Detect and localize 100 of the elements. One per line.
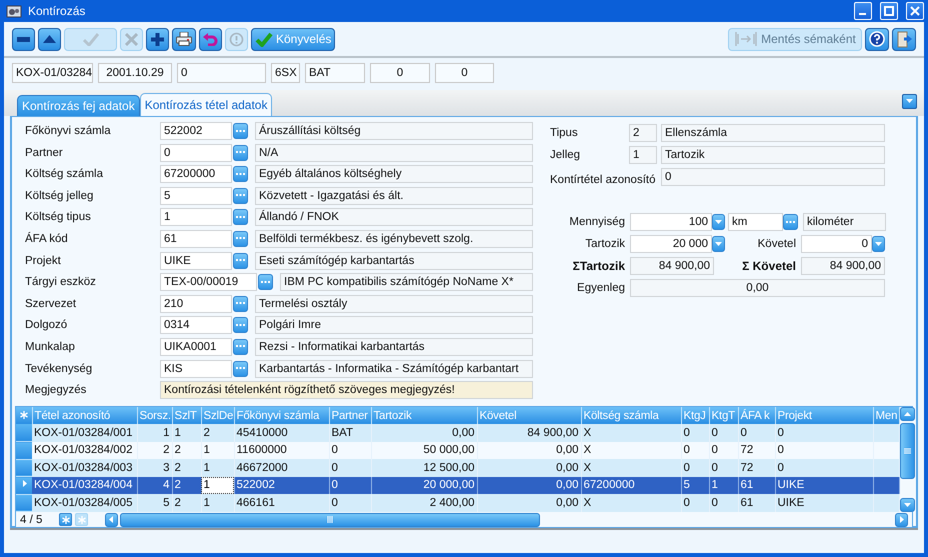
table-cell: 50 000,00 [371, 442, 477, 459]
debit-field[interactable]: 20 000 [630, 235, 712, 253]
ellipsis-icon [236, 237, 245, 240]
table-cell [873, 442, 899, 459]
table-cell: X [581, 494, 681, 512]
code-field[interactable]: 1 [160, 208, 232, 226]
row-indicator[interactable] [16, 424, 32, 442]
scroll-up-button[interactable] [900, 407, 914, 421]
note-field[interactable]: Kontírozási tételenként rögzíthető szöveges megjegyzés! [160, 381, 533, 400]
code-field[interactable]: 67200000 [160, 165, 232, 184]
lookup-button[interactable] [258, 274, 273, 290]
table-cell [873, 459, 899, 476]
header-field[interactable]: 0 [177, 63, 266, 83]
table-cell: 522002 [234, 476, 329, 494]
field-label: Egyenleg [576, 282, 626, 294]
plus-button[interactable] [146, 28, 169, 50]
code-field[interactable]: 0314 [160, 316, 232, 334]
row-indicator[interactable] [16, 459, 32, 476]
row-indicator[interactable] [16, 476, 32, 494]
close-button[interactable] [906, 2, 924, 20]
table-cell: 72 [738, 442, 775, 459]
new-record-button[interactable] [59, 513, 72, 526]
lookup-button[interactable] [233, 123, 248, 139]
lookup-button[interactable] [233, 166, 248, 182]
code-field[interactable]: UIKE [160, 252, 232, 270]
code-field[interactable]: 61 [160, 230, 232, 248]
exit-button[interactable] [892, 28, 916, 50]
header-field[interactable]: 0 [435, 63, 494, 83]
scroll-down-button[interactable] [900, 498, 914, 512]
scrollbar-thumb[interactable] [900, 423, 914, 479]
code-field[interactable]: 522002 [160, 122, 232, 140]
table-cell: 1 [709, 476, 738, 494]
table-cell: 0 [329, 476, 371, 494]
description-field: Belföldi termékbesz. és igénybevett szolg. [255, 230, 533, 248]
table-cell: 5 [137, 494, 172, 512]
field-label: Kontírtétel azonosító [550, 173, 656, 186]
code-field[interactable]: KIS [160, 360, 232, 378]
lookup-button[interactable] [233, 144, 248, 161]
lookup-button[interactable] [783, 214, 798, 230]
ellipsis-icon [236, 130, 245, 132]
lookup-button[interactable] [233, 230, 248, 247]
header-field[interactable]: 0 [370, 63, 430, 83]
lookup-button[interactable] [233, 209, 248, 226]
help-button[interactable] [865, 28, 889, 50]
asterisk-icon [62, 516, 70, 524]
ellipsis-icon [236, 302, 245, 306]
select-all-header[interactable] [16, 407, 32, 424]
minus-button[interactable] [12, 28, 35, 50]
triangle-down-icon [714, 240, 723, 248]
table-cell: 466161 [234, 494, 329, 512]
code-field[interactable]: 0 [160, 144, 232, 162]
code-field[interactable]: 5 [160, 186, 232, 205]
table-cell: 2 [137, 442, 172, 459]
dropdown-button[interactable] [712, 236, 725, 252]
dropdown-button[interactable] [872, 236, 885, 252]
credit-field[interactable]: 0 [801, 235, 872, 253]
quantity-field[interactable]: 100 [630, 213, 712, 231]
lookup-button[interactable] [233, 338, 248, 355]
header-field[interactable]: 6SX [271, 63, 300, 83]
header-field[interactable]: KOX-01/03284 [12, 63, 93, 83]
check-icon [255, 32, 273, 46]
row-indicator[interactable] [16, 494, 32, 512]
undo-button[interactable] [199, 28, 222, 50]
move-up-button[interactable] [38, 28, 61, 50]
table-cell [873, 494, 899, 512]
lookup-button[interactable] [233, 317, 248, 334]
field-label: Mennyiség [568, 216, 626, 228]
description-field: Rezsi - Informatikai karbantartás [255, 338, 533, 356]
table-cell: 1 [201, 494, 234, 512]
table-cell: 0 [775, 459, 873, 476]
field-label: Tartozik [584, 238, 626, 250]
scroll-right-button[interactable] [895, 512, 908, 526]
dropdown-button[interactable] [712, 214, 725, 230]
lookup-button[interactable] [233, 252, 248, 269]
code-field[interactable]: UIKA0001 [160, 338, 232, 356]
field-label: ÁFA kód [25, 232, 69, 245]
table-cell: 0 [329, 494, 371, 512]
maximize-button[interactable] [880, 2, 898, 20]
description-field: Egyéb általános költséghely [255, 165, 533, 184]
row-indicator[interactable] [16, 442, 32, 459]
table-cell: 45410000 [234, 424, 329, 442]
lookup-button[interactable] [233, 296, 248, 312]
field-label: Szervezet [25, 298, 78, 310]
code-field[interactable]: TEX-00/00019 [160, 273, 257, 292]
tab[interactable]: Kontírozás tétel adatok [140, 93, 272, 116]
table-cell: 46672000 [234, 459, 329, 476]
unit-field[interactable]: km [728, 213, 783, 231]
field-label: Projekt [25, 254, 62, 267]
scroll-left-button[interactable] [105, 512, 118, 526]
balance-field: 0,00 [630, 279, 885, 297]
dropdown-button[interactable] [902, 94, 917, 109]
field-label: Főkönyvi számla [25, 125, 112, 137]
print-button[interactable] [172, 28, 196, 50]
lookup-button[interactable] [233, 360, 248, 377]
code-field[interactable]: 210 [160, 294, 232, 313]
scrollbar-thumb[interactable] [120, 512, 540, 526]
lookup-button[interactable] [233, 188, 248, 204]
header-field[interactable]: 2001.10.29 [98, 63, 172, 83]
header-field[interactable]: BAT [305, 63, 365, 83]
minimize-button[interactable] [854, 2, 872, 20]
